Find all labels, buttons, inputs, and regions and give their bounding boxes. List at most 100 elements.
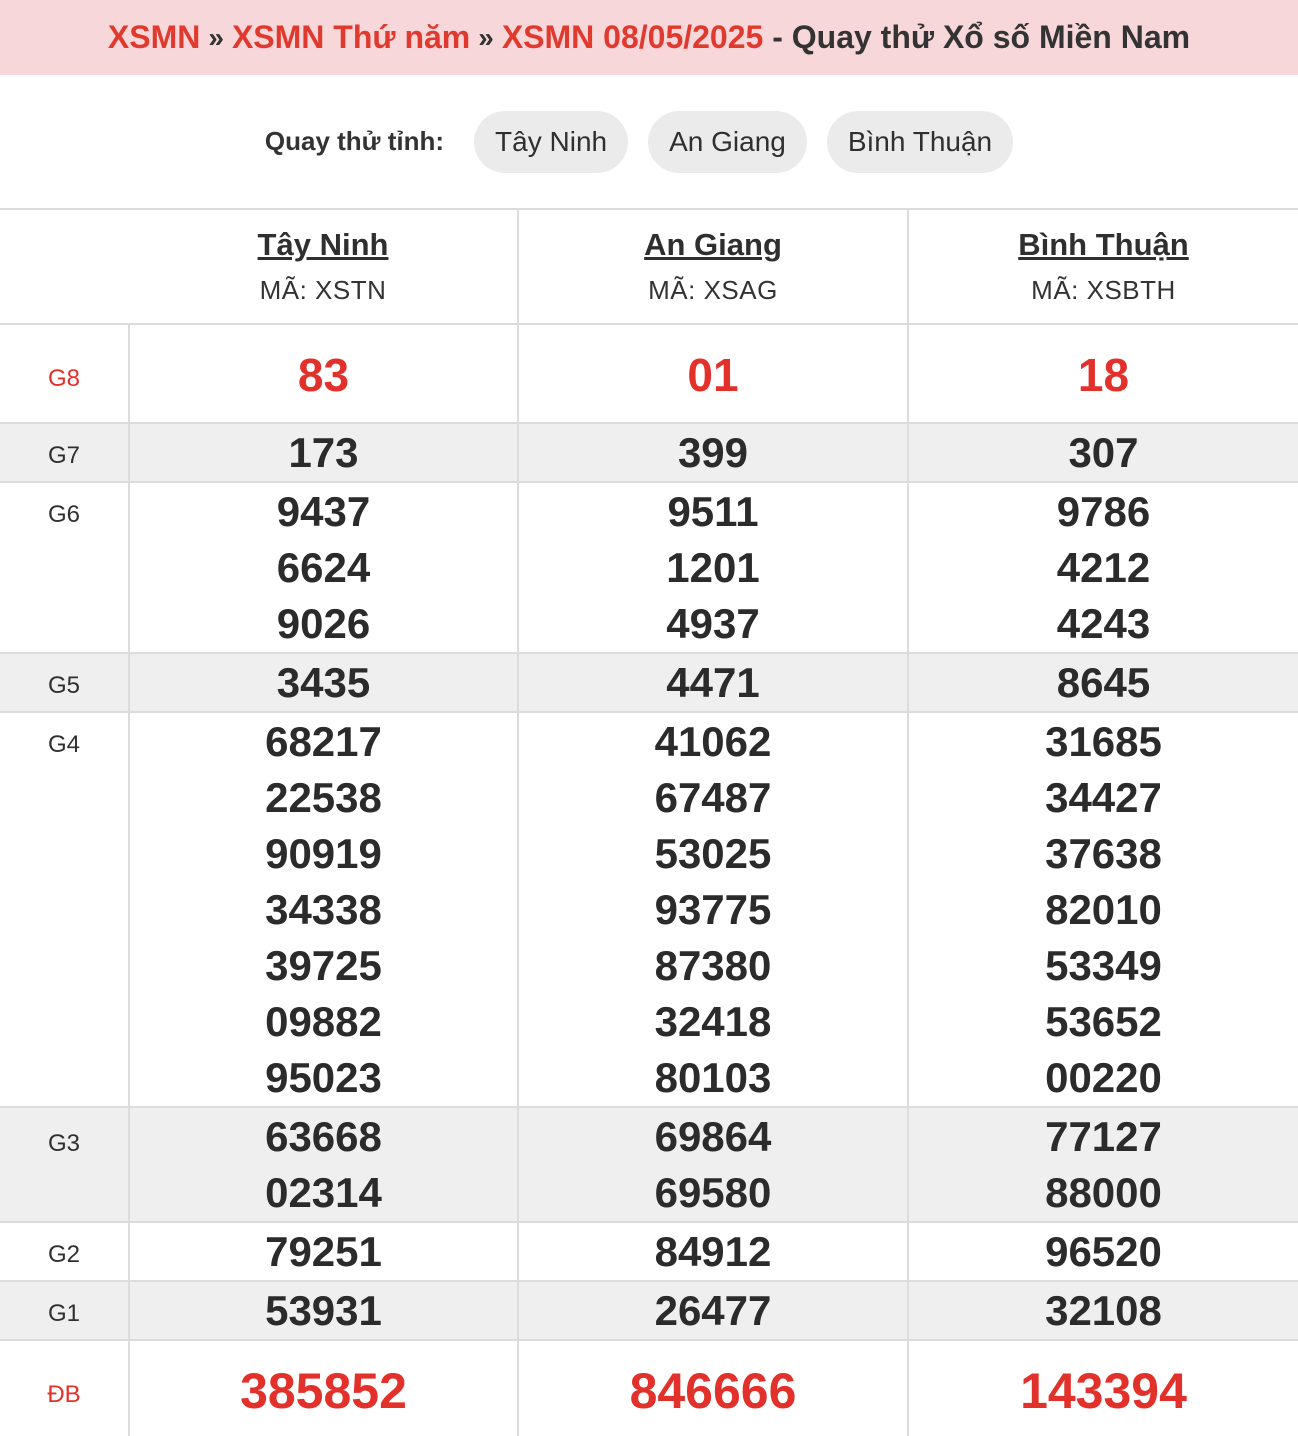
province-code: MÃ: XSBTH <box>1031 275 1176 305</box>
page-title: - Quay thử Xổ số Miền Nam <box>763 19 1190 56</box>
result-number: 69580 <box>654 1169 772 1216</box>
prize-row-g8: G8 83 01 18 <box>0 324 1298 424</box>
result-number: 22538 <box>265 774 382 821</box>
result-number: 4937 <box>666 600 760 647</box>
result-cell: 32108 <box>907 1281 1298 1341</box>
result-cell: 9786 4212 4243 <box>907 482 1298 654</box>
result-cell: 41062 67487 53025 93775 87380 32418 8010… <box>517 712 908 1108</box>
result-number: 63668 <box>265 1113 382 1160</box>
province-name-link[interactable]: An Giang <box>519 227 907 263</box>
results-table: Tây Ninh MÃ: XSTN An Giang MÃ: XSAG Bình… <box>0 208 1298 1436</box>
result-cell: 96520 <box>907 1222 1298 1282</box>
result-number: 8645 <box>1056 659 1151 706</box>
prize-label: G2 <box>0 1222 129 1282</box>
result-number: 37638 <box>1045 830 1162 877</box>
quick-spin-binh-thuan-button[interactable]: Bình Thuận <box>826 110 1014 173</box>
result-cell: 399 <box>517 423 908 483</box>
result-number: 87380 <box>654 942 772 989</box>
result-number: 173 <box>288 429 359 476</box>
result-number: 1201 <box>666 544 760 591</box>
result-cell: 63668 02314 <box>128 1107 518 1223</box>
result-number: 80103 <box>654 1054 772 1101</box>
result-number: 18 <box>1077 349 1130 401</box>
result-number: 09882 <box>265 998 382 1045</box>
result-cell: 173 <box>128 423 518 483</box>
result-number: 4212 <box>1056 544 1151 591</box>
result-number: 39725 <box>265 942 382 989</box>
result-number: 31685 <box>1045 718 1162 765</box>
prize-row-g5: G5 3435 4471 8645 <box>0 653 1298 713</box>
prize-row-g2: G2 79251 84912 96520 <box>0 1222 1298 1282</box>
result-number: 9786 <box>1056 488 1151 535</box>
result-cell: 9511 1201 4937 <box>517 482 908 654</box>
result-number: 3435 <box>276 659 371 706</box>
prize-row-special: ĐB 385852 846666 143394 <box>0 1340 1298 1436</box>
result-number: 01 <box>687 349 739 401</box>
result-number: 77127 <box>1045 1113 1162 1160</box>
result-number: 69864 <box>654 1113 772 1160</box>
result-number: 32418 <box>654 998 772 1045</box>
breadcrumb-date-link[interactable]: XSMN 08/05/2025 <box>502 19 764 56</box>
result-number: 84912 <box>654 1228 772 1275</box>
result-cell: 143394 <box>907 1340 1298 1436</box>
result-number: 34338 <box>265 886 382 933</box>
breadcrumb-bar: XSMN » XSMN Thứ năm » XSMN 08/05/2025 - … <box>0 0 1298 75</box>
result-number: 53025 <box>654 830 772 877</box>
result-number: 32108 <box>1045 1287 1162 1334</box>
result-cell: 18 <box>907 324 1298 424</box>
result-number: 79251 <box>265 1228 382 1275</box>
province-header-binh-thuan: Bình Thuận MÃ: XSBTH <box>907 209 1298 325</box>
prize-label: G1 <box>0 1281 129 1341</box>
result-cell: 26477 <box>517 1281 908 1341</box>
breadcrumb-separator: » <box>208 21 224 53</box>
prize-label: G8 <box>0 324 129 424</box>
result-cell: 53931 <box>128 1281 518 1341</box>
result-number: 34427 <box>1045 774 1162 821</box>
result-number: 9511 <box>667 488 759 535</box>
result-number: 82010 <box>1045 886 1162 933</box>
result-number: 02314 <box>265 1169 382 1216</box>
prize-row-g6: G6 9437 6624 9026 9511 1201 4937 9786 42… <box>0 482 1298 654</box>
result-number: 53931 <box>265 1287 382 1334</box>
page-title-text: - Quay thử Xổ số Miền Nam <box>772 19 1191 55</box>
result-number: 4471 <box>666 659 760 706</box>
result-number: 83 <box>297 349 350 401</box>
result-number: 53652 <box>1045 998 1162 1045</box>
result-number: 307 <box>1068 429 1139 476</box>
result-cell: 385852 <box>128 1340 518 1436</box>
result-cell: 846666 <box>517 1340 908 1436</box>
quick-spin-tay-ninh-button[interactable]: Tây Ninh <box>474 110 629 173</box>
quick-spin-an-giang-button[interactable]: An Giang <box>648 110 807 173</box>
breadcrumb-separator: » <box>478 21 494 53</box>
result-number: 4243 <box>1056 600 1151 647</box>
result-cell: 83 <box>128 324 518 424</box>
result-number: 67487 <box>654 774 772 821</box>
result-cell: 8645 <box>907 653 1298 713</box>
result-number: 41062 <box>654 718 772 765</box>
prize-row-g3: G3 63668 02314 69864 69580 77127 88000 <box>0 1107 1298 1223</box>
result-number: 93775 <box>654 886 772 933</box>
quick-spin-bar: Quay thử tỉnh: Tây Ninh An Giang Bình Th… <box>0 75 1298 208</box>
result-number: 9026 <box>276 600 371 647</box>
result-cell: 77127 88000 <box>907 1107 1298 1223</box>
result-cell: 79251 <box>128 1222 518 1282</box>
result-cell: 68217 22538 90919 34338 39725 09882 9502… <box>128 712 518 1108</box>
result-cell: 84912 <box>517 1222 908 1282</box>
result-number: 88000 <box>1045 1169 1162 1216</box>
prize-label: G4 <box>0 712 129 1108</box>
result-cell: 3435 <box>128 653 518 713</box>
breadcrumb-xsmn-link[interactable]: XSMN <box>108 19 200 56</box>
result-number: 26477 <box>654 1287 772 1334</box>
result-number: 399 <box>677 429 749 476</box>
breadcrumb-thu-nam-link[interactable]: XSMN Thứ năm <box>232 19 470 56</box>
province-name-link[interactable]: Tây Ninh <box>129 227 517 263</box>
result-cell: 4471 <box>517 653 908 713</box>
result-number: 9437 <box>276 488 371 535</box>
prize-row-g4: G4 68217 22538 90919 34338 39725 09882 9… <box>0 712 1298 1108</box>
result-number: 96520 <box>1045 1228 1162 1275</box>
header-blank-cell <box>0 209 129 325</box>
result-cell: 01 <box>517 324 908 424</box>
province-name-link[interactable]: Bình Thuận <box>909 227 1298 263</box>
result-number: 95023 <box>265 1054 382 1101</box>
quick-spin-label: Quay thử tỉnh: <box>264 126 445 156</box>
